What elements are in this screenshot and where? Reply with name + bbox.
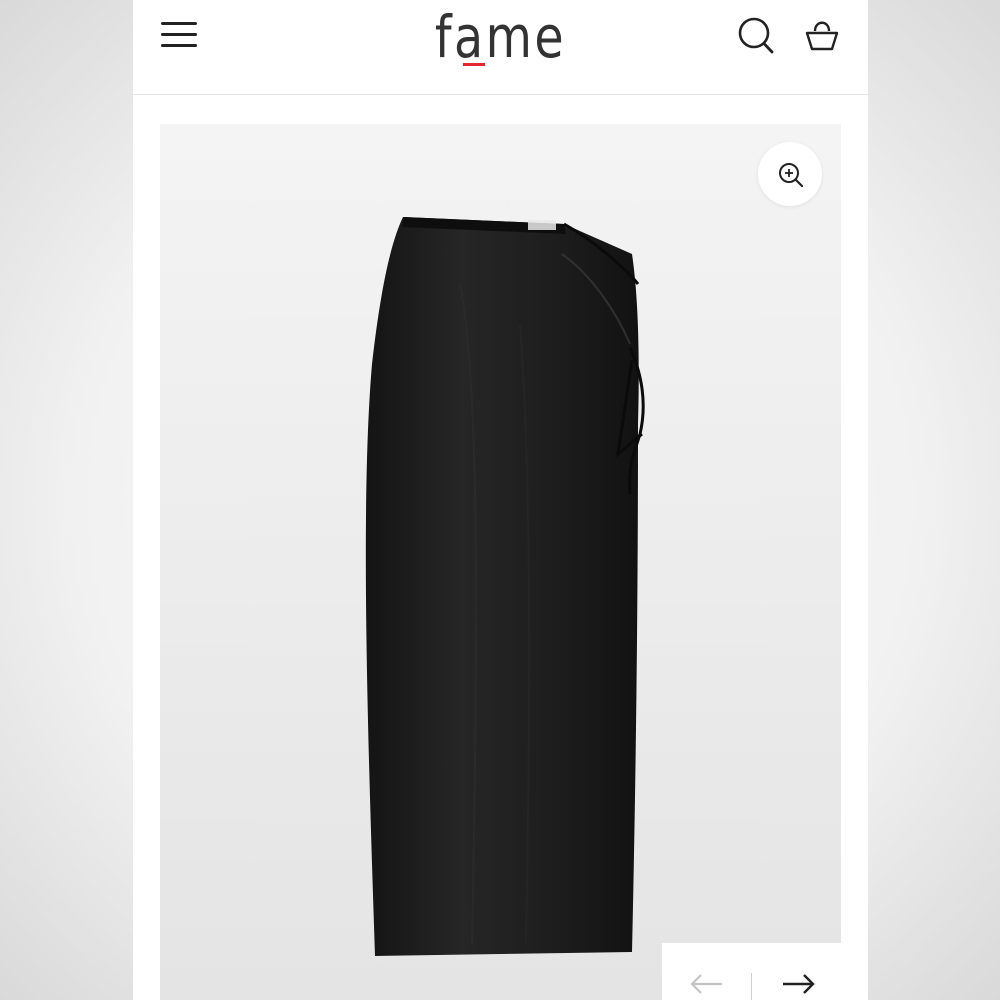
next-image-button[interactable] (779, 971, 819, 997)
zoom-button[interactable] (758, 142, 822, 206)
cart-button[interactable] (803, 14, 841, 56)
hamburger-icon-bar (161, 33, 197, 36)
hamburger-icon-bar (161, 22, 197, 25)
search-icon (738, 17, 774, 54)
logo-accent-mark (463, 63, 485, 66)
site-header: fame (133, 0, 868, 95)
nav-divider (751, 973, 752, 1000)
site-logo[interactable]: fame (199, 2, 802, 72)
product-image[interactable] (160, 124, 841, 1000)
hamburger-icon-bar (161, 44, 197, 47)
gallery-navigation (662, 943, 841, 1000)
zoom-in-icon (779, 163, 804, 188)
previous-image-button[interactable] (688, 971, 728, 997)
search-button[interactable] (737, 14, 777, 56)
menu-button[interactable] (159, 18, 199, 52)
arrow-left-icon (690, 974, 722, 994)
black-skirt-photo (365, 217, 645, 956)
product-page: fame (133, 0, 868, 1000)
shopping-basket-icon (805, 21, 839, 51)
arrow-right-icon (783, 974, 815, 994)
